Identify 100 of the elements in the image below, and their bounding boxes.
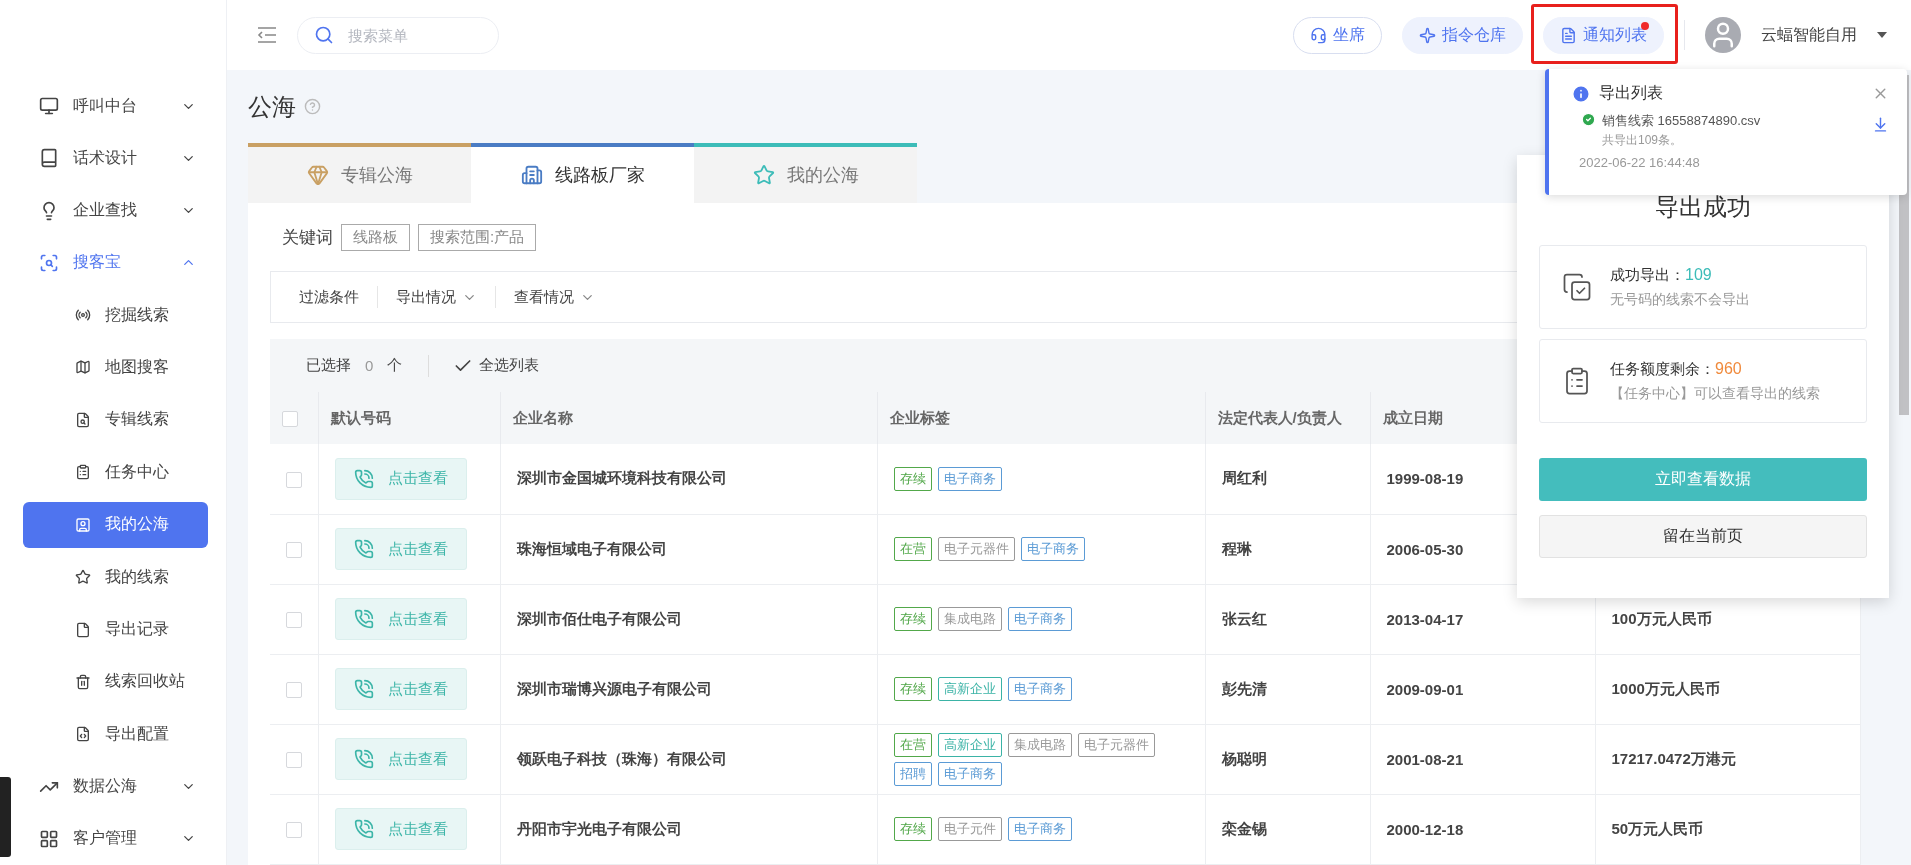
- menu-icon[interactable]: [257, 27, 277, 43]
- filter-dropdown[interactable]: 导出情况: [378, 286, 496, 308]
- checkbox[interactable]: [286, 471, 302, 488]
- column-header: 法定代表人/负责人: [1205, 392, 1370, 444]
- star-icon: [75, 569, 91, 586]
- sidebar-item[interactable]: 企业查找: [23, 184, 208, 237]
- tab[interactable]: 我的公海: [694, 143, 917, 203]
- company-tag: 电子元器件: [937, 537, 1015, 561]
- monitor-icon: [39, 96, 59, 117]
- sidebar-item[interactable]: 导出配置: [23, 711, 208, 758]
- book-icon: [39, 148, 59, 169]
- file-name: 销售线索 16558874890.csv: [1602, 112, 1762, 130]
- sidebar-item[interactable]: 我的公海: [23, 501, 208, 548]
- checkbox[interactable]: [282, 411, 298, 427]
- header-button[interactable]: 坐席: [1293, 16, 1382, 54]
- filter-dropdown[interactable]: 查看情况: [496, 286, 613, 308]
- company-tag: 存续: [893, 677, 932, 701]
- file-icon: [1560, 26, 1577, 44]
- table-cell: 杨聪明: [1205, 724, 1370, 794]
- table-cell: 50万元人民币: [1595, 794, 1861, 864]
- company-tag: 高新企业: [937, 677, 1002, 701]
- clipboard-icon: [75, 464, 91, 481]
- table-cell: 彭先清: [1205, 654, 1370, 724]
- table-cell: 张云红: [1205, 584, 1370, 654]
- user-name[interactable]: 云蝠智能自用: [1761, 24, 1857, 46]
- sidebar-item[interactable]: 我的线索: [23, 553, 208, 601]
- selection-count: 0: [365, 357, 374, 374]
- sidebar-item[interactable]: 客户管理: [23, 812, 208, 865]
- select-all-button[interactable]: 全选列表: [428, 354, 546, 377]
- trash-icon: [75, 673, 91, 690]
- sidebar-item[interactable]: 导出记录: [23, 606, 208, 653]
- sparkle-icon: [1419, 26, 1436, 44]
- stat-note: 无号码的线索不会导出: [1610, 290, 1750, 309]
- column-header: 企业标签: [877, 392, 1205, 444]
- keyword-label: 关键词: [282, 226, 333, 249]
- sidebar-item[interactable]: 搜客宝: [23, 236, 208, 289]
- sidebar-item[interactable]: 挖掘线索: [23, 291, 208, 339]
- sidebar-item[interactable]: 线索回收站: [23, 658, 208, 706]
- table-cell: 丹阳市宇光电子有限公司: [500, 794, 877, 864]
- avatar[interactable]: [1705, 17, 1741, 53]
- headset-icon: [1310, 26, 1327, 44]
- page-title: 公海: [248, 91, 296, 122]
- company-tag: 电子商务: [937, 761, 1002, 786]
- map-icon: [75, 359, 91, 376]
- phone-icon: [353, 609, 374, 629]
- sidebar-item[interactable]: 专辑线索: [23, 396, 208, 444]
- company-tag: 电子商务: [1020, 537, 1085, 561]
- download-button[interactable]: [1872, 116, 1889, 133]
- checkbox[interactable]: [286, 752, 302, 768]
- company-tag: 在营: [893, 537, 932, 561]
- stat-label: 任务额度剩余：960: [1610, 359, 1743, 379]
- sidebar-item[interactable]: 地图搜客: [23, 344, 208, 391]
- checkbox[interactable]: [286, 822, 302, 838]
- checkbox[interactable]: [286, 682, 302, 698]
- diamond-icon: [306, 164, 329, 186]
- keyword-tag: 搜索范围:产品: [418, 223, 537, 251]
- tab[interactable]: 线路板厂家: [471, 143, 694, 203]
- column-header: 企业名称: [500, 392, 877, 444]
- header-button[interactable]: 指令仓库: [1402, 16, 1523, 54]
- company-tag: 电子元件: [937, 817, 1002, 841]
- selection-label: 已选择: [306, 356, 351, 375]
- table-cell: 17217.0472万港元: [1595, 724, 1861, 794]
- file-code-icon: [75, 726, 91, 743]
- sidebar-item[interactable]: 话术设计: [23, 132, 208, 185]
- star-icon: [752, 164, 775, 186]
- info-icon: [1571, 83, 1591, 104]
- help-icon[interactable]: [304, 98, 321, 115]
- company-tag: 招聘: [893, 761, 932, 786]
- search-field[interactable]: 搜索菜单: [346, 25, 466, 45]
- table-cell: 周红利: [1205, 444, 1370, 514]
- stay-button[interactable]: 留在当前页: [1539, 515, 1867, 558]
- grid-icon: [39, 828, 59, 849]
- checkbox[interactable]: [286, 612, 302, 628]
- phone-icon: [353, 539, 374, 559]
- stat-note: 【任务中心】可以查看导出的线索: [1610, 384, 1820, 403]
- table-cell: 2001-08-21: [1370, 724, 1595, 794]
- phone-icon: [353, 468, 374, 489]
- sidebar-item[interactable]: 任务中心: [23, 449, 208, 496]
- checkbox[interactable]: [286, 542, 302, 558]
- company-tag: 集成电路: [1007, 732, 1072, 757]
- table-cell: 栾金锡: [1205, 794, 1370, 864]
- export-note: 共导出109条。: [1602, 132, 1684, 149]
- filter-dropdown[interactable]: 过滤条件: [281, 286, 378, 308]
- company-tag: 电子商务: [1007, 607, 1072, 631]
- tab[interactable]: 专辑公海: [248, 143, 471, 203]
- company-tag: 存续: [893, 466, 932, 491]
- caret-icon[interactable]: [1877, 32, 1887, 38]
- dialog-title: 导出成功: [1655, 192, 1751, 222]
- header-button[interactable]: 通知列表: [1543, 16, 1664, 54]
- table-cell: 程琳: [1205, 514, 1370, 584]
- sidebar-item[interactable]: 呼叫中台: [23, 80, 208, 133]
- sidebar-item[interactable]: 数据公海: [23, 760, 208, 813]
- notification-title: 导出列表: [1599, 83, 1664, 103]
- building-icon: [520, 164, 543, 186]
- search-icon: [39, 252, 59, 273]
- company-tag: 在营: [893, 732, 932, 757]
- selection-unit: 个: [387, 356, 403, 375]
- company-tag: 存续: [893, 817, 932, 841]
- table-cell: 深圳市瑞博兴源电子有限公司: [500, 654, 877, 724]
- company-tag: 集成电路: [937, 607, 1002, 631]
